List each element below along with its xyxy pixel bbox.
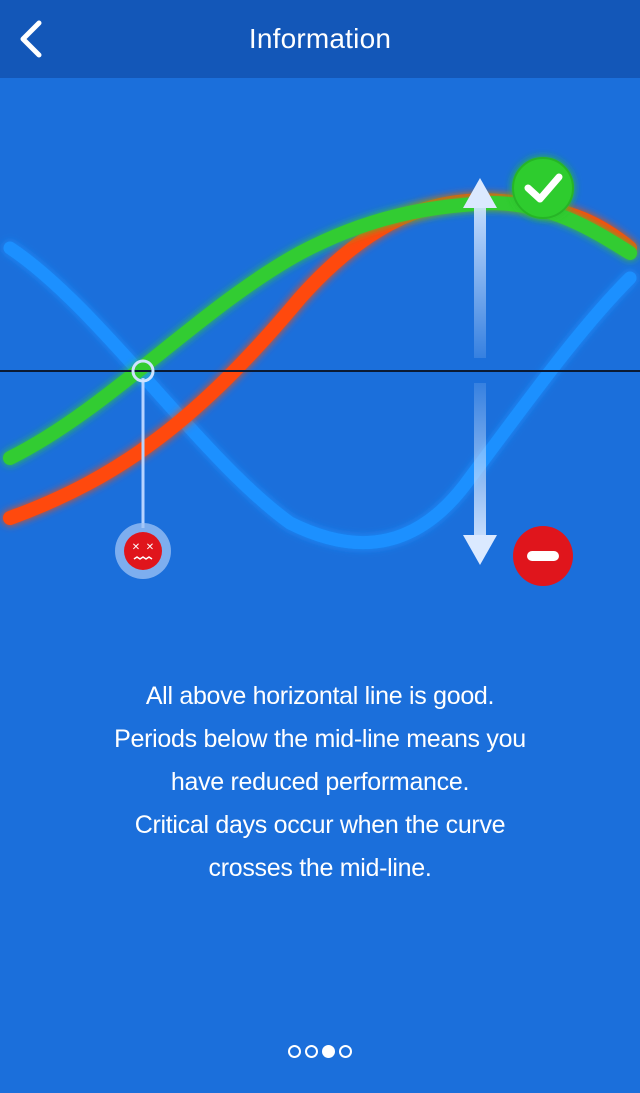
page-dot-2[interactable] [305,1044,318,1058]
minus-circle-icon [513,526,573,586]
header-bar: Information [0,0,640,78]
info-text: All above horizontal line is good. Perio… [40,675,600,890]
page-dot-3[interactable] [322,1044,335,1058]
svg-text:✕: ✕ [132,542,140,553]
info-line: Periods below the mid-line means you [114,725,526,753]
page-title: Information [248,23,392,54]
info-line: All above horizontal line is good. [145,682,495,710]
biorhythm-illustration: ✕ ✕ [0,157,640,586]
check-circle-icon [512,157,574,219]
info-line: have reduced performance. [170,768,470,796]
info-line: Critical days occur when the curve [134,811,506,839]
sad-face-icon: ✕ ✕ [115,523,171,579]
page-dot-4[interactable] [339,1044,352,1058]
page-indicator [0,1040,640,1062]
page-dot-1[interactable] [288,1044,301,1058]
info-line: crosses the mid-line. [208,854,432,882]
svg-text:✕: ✕ [146,542,154,553]
